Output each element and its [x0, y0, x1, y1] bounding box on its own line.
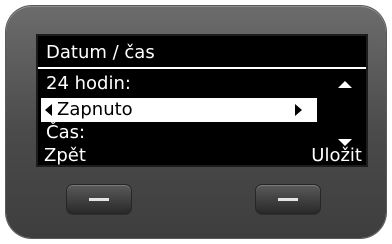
dash-icon [89, 198, 109, 201]
arrow-right-icon[interactable] [295, 104, 302, 116]
softkey-back-label: Zpět [44, 145, 86, 166]
screen-title: Datum / čas [46, 42, 155, 63]
softkey-save-label: Uložit [311, 145, 362, 166]
display-screen: Datum / čas 24 hodin: Zapnuto Čas: Zpět … [36, 34, 368, 167]
arrow-up-icon [338, 81, 352, 88]
setting-label: 24 hodin: [46, 73, 131, 94]
arrow-left-icon[interactable] [45, 104, 52, 116]
left-softkey-button[interactable] [66, 184, 132, 214]
right-softkey-button[interactable] [255, 184, 321, 214]
value-selector[interactable]: Zapnuto [41, 98, 317, 122]
title-divider [38, 67, 366, 69]
next-setting-label: Čas: [46, 122, 86, 143]
phone-device: Datum / čas 24 hodin: Zapnuto Čas: Zpět … [6, 6, 386, 238]
dash-icon [278, 198, 298, 201]
selected-value: Zapnuto [57, 99, 133, 120]
